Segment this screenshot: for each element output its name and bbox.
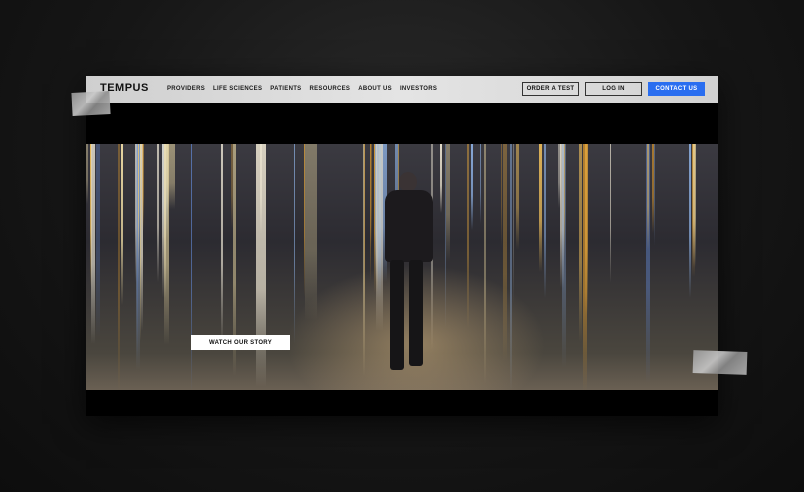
light-column [142, 144, 144, 231]
light-column [471, 144, 473, 230]
log-in-button[interactable]: LOG IN [585, 82, 642, 96]
light-column [86, 144, 88, 204]
light-column [164, 144, 169, 345]
light-column [440, 144, 442, 213]
light-column [689, 144, 691, 298]
light-column [191, 144, 192, 390]
nav-item-investors[interactable]: INVESTORS [400, 86, 437, 92]
person-figure-leg [390, 260, 404, 370]
light-column [579, 144, 582, 342]
light-column [480, 144, 481, 224]
light-column [564, 144, 565, 257]
light-column [91, 144, 95, 344]
hero-video[interactable]: WATCH OUR STORY [86, 144, 718, 390]
light-column [693, 144, 696, 267]
main-nav: PROVIDERS LIFE SCIENCES PATIENTS RESOURC… [167, 86, 437, 92]
watch-our-story-button[interactable]: WATCH OUR STORY [191, 335, 290, 350]
browser-window: TEMPUS PROVIDERS LIFE SCIENCES PATIENTS … [86, 76, 718, 416]
nav-item-about-us[interactable]: ABOUT US [358, 86, 392, 92]
light-column [647, 144, 649, 250]
light-column [157, 144, 159, 282]
nav-item-resources[interactable]: RESOURCES [309, 86, 350, 92]
order-test-button[interactable]: ORDER A TEST [522, 82, 579, 96]
site-header: TEMPUS PROVIDERS LIFE SCIENCES PATIENTS … [86, 76, 718, 103]
tape-strip [71, 91, 111, 116]
light-column [96, 144, 100, 337]
light-column [585, 144, 588, 315]
nav-item-patients[interactable]: PATIENTS [270, 86, 301, 92]
light-column [260, 144, 262, 234]
light-column [610, 144, 611, 283]
nav-item-providers[interactable]: PROVIDERS [167, 86, 205, 92]
light-column [118, 144, 120, 390]
contact-us-button[interactable]: CONTACT US [648, 82, 705, 96]
light-column [121, 144, 123, 305]
person-figure-head [399, 172, 417, 192]
tape-strip [692, 350, 748, 375]
light-column [501, 144, 502, 248]
person-figure-leg [409, 260, 423, 366]
light-column [654, 144, 655, 246]
nav-item-life-sciences[interactable]: LIFE SCIENCES [213, 86, 262, 92]
light-column [516, 144, 519, 250]
backdrop: TEMPUS PROVIDERS LIFE SCIENCES PATIENTS … [0, 0, 804, 492]
light-column [539, 144, 542, 272]
light-column [446, 144, 450, 262]
person-figure-body [385, 190, 433, 262]
light-column [221, 144, 223, 344]
light-column [370, 144, 372, 248]
